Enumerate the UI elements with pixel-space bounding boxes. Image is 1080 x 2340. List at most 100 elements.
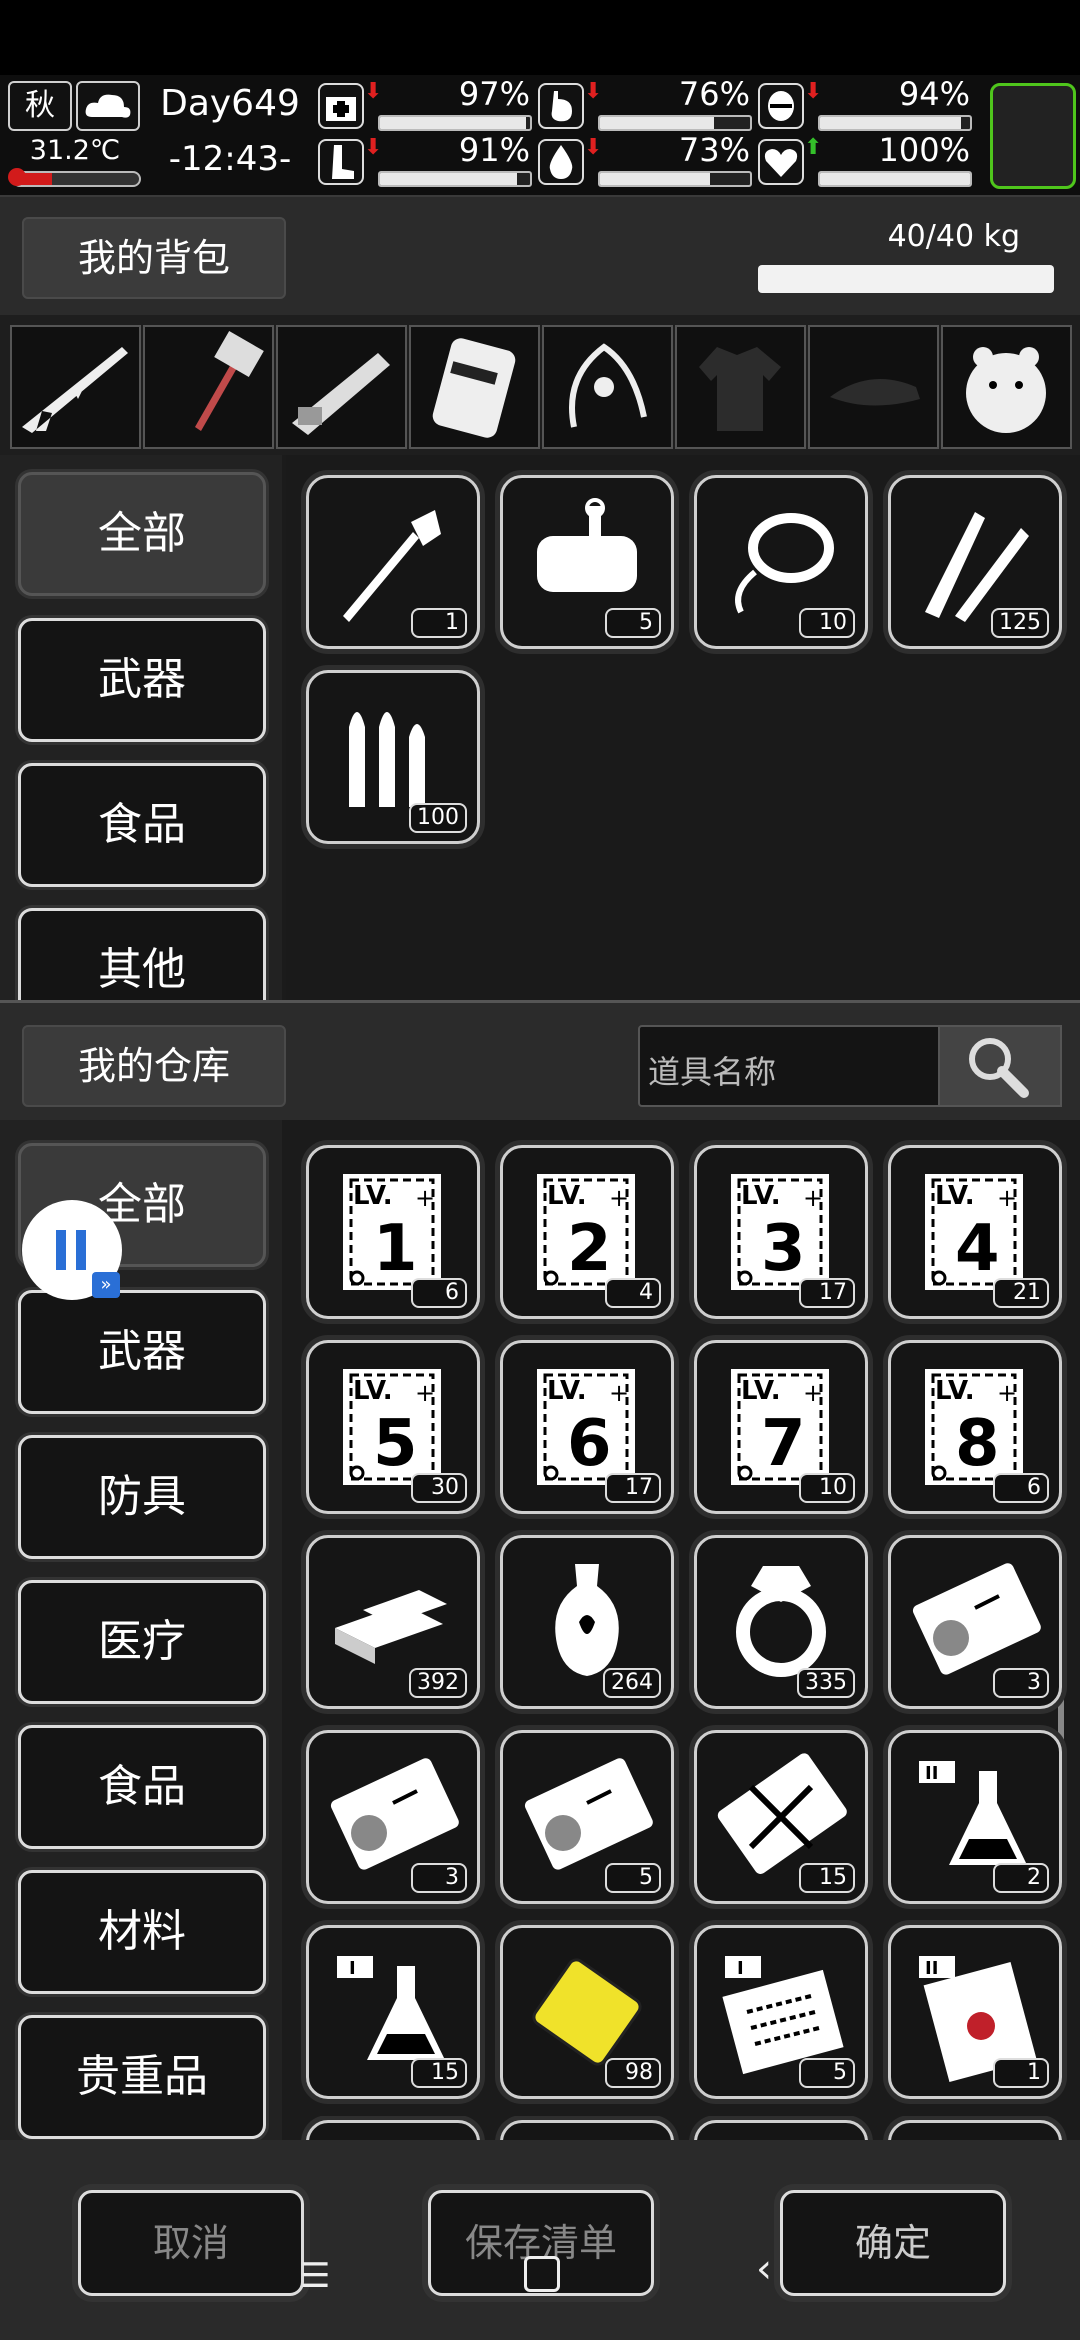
pause-button[interactable]: »: [22, 1200, 122, 1300]
item-count: 4: [605, 1278, 661, 1308]
item-count: 5: [605, 1863, 661, 1893]
leg-icon: [318, 139, 364, 185]
svg-text:+: +: [803, 1184, 823, 1212]
stat-arrow-icon: ⬆: [804, 135, 823, 160]
backpack-item-slot[interactable]: 10: [694, 475, 868, 649]
lv-label: LV.: [547, 1376, 587, 1406]
backpack-category-other[interactable]: 其他: [18, 908, 266, 1001]
warehouse-item-slot[interactable]: 3: [306, 1730, 480, 1904]
vine-bow-icon[interactable]: [542, 325, 673, 449]
warehouse-category-materials[interactable]: 材料: [18, 1870, 266, 1994]
stat-bar: [818, 115, 972, 131]
nav-home-icon[interactable]: [524, 2256, 560, 2292]
heart-icon: [758, 139, 804, 185]
backpack-gear-icon[interactable]: [409, 325, 540, 449]
stomach-icon: [538, 83, 584, 129]
warehouse-category-medical[interactable]: 医疗: [18, 1580, 266, 1704]
warehouse-item-slot[interactable]: 3: [888, 1535, 1062, 1709]
backpack-category-food[interactable]: 食品: [18, 763, 266, 887]
minigun-icon[interactable]: [276, 325, 407, 449]
warehouse-item-slot[interactable]: 264: [500, 1535, 674, 1709]
system-status-bar: [0, 0, 1080, 75]
warehouse-item-slot[interactable]: LV. +6 17: [500, 1340, 674, 1514]
item-count: 3: [411, 1863, 467, 1893]
svg-text:I: I: [349, 1958, 356, 1979]
warehouse-category-valuables[interactable]: 贵重品: [18, 2015, 266, 2139]
clock-time: -12:43-: [168, 139, 292, 179]
hammer-icon[interactable]: [143, 325, 274, 449]
thirst-stat: ⬇ 73%: [538, 131, 758, 187]
warehouse-category-weapons[interactable]: 武器: [18, 1290, 266, 1414]
item-count: 98: [605, 2058, 661, 2088]
warehouse-item-slot[interactable]: 5: [500, 1730, 674, 1904]
item-count: 2: [993, 1863, 1049, 1893]
search-button[interactable]: [938, 1025, 1062, 1107]
stat-value: 94%: [898, 75, 970, 113]
warehouse-header: 我的仓库 道具名称: [0, 1000, 1080, 1123]
confirm-button[interactable]: 确定: [780, 2190, 1006, 2296]
medkit-icon: [318, 83, 364, 129]
hamster-bag-icon[interactable]: [941, 325, 1072, 449]
equipment-row: [0, 315, 1080, 455]
fast-forward-icon: »: [92, 1272, 120, 1298]
nav-back-icon[interactable]: ‹: [756, 2246, 772, 2292]
cancel-button[interactable]: 取消: [78, 2190, 304, 2296]
backpack-item-slot[interactable]: 5: [500, 475, 674, 649]
item-count: 15: [799, 1863, 855, 1893]
stat-arrow-icon: ⬇: [804, 79, 823, 104]
quick-slot-button[interactable]: [990, 83, 1076, 189]
warehouse-item-slot[interactable]: 15: [694, 1730, 868, 1904]
svg-text:II: II: [925, 1763, 938, 1784]
warehouse-item-slot[interactable]: LV. +5 30: [306, 1340, 480, 1514]
warehouse-item-slot[interactable]: I 15: [306, 1925, 480, 2099]
lv-label: LV.: [353, 1376, 393, 1406]
stat-bar: [378, 115, 532, 131]
svg-text:+: +: [415, 1184, 435, 1212]
item-count: 264: [603, 1668, 661, 1698]
warehouse-item-slot[interactable]: II 2: [888, 1730, 1062, 1904]
season-indicator: 秋: [8, 81, 72, 131]
stat-value: 100%: [878, 131, 970, 169]
backpack-category-all[interactable]: 全部: [18, 472, 266, 596]
cap-icon[interactable]: [808, 325, 939, 449]
stat-value: 97%: [458, 75, 530, 113]
backpack-category-weapons[interactable]: 武器: [18, 618, 266, 742]
next-row-peek: [286, 2116, 1080, 2140]
warehouse-item-slot[interactable]: I5: [694, 1925, 868, 2099]
shirt-icon[interactable]: [675, 325, 806, 449]
warehouse-item-slot[interactable]: 392: [306, 1535, 480, 1709]
warehouse-item-slot[interactable]: LV. +1 6: [306, 1145, 480, 1319]
warehouse-item-slot[interactable]: II 1: [888, 1925, 1062, 2099]
backpack-item-slot[interactable]: 100: [306, 670, 480, 844]
item-count: 125: [991, 608, 1049, 638]
stat-value: 76%: [678, 75, 750, 113]
warehouse-item-slot[interactable]: 98: [500, 1925, 674, 2099]
lv-label: LV.: [741, 1181, 781, 1211]
warehouse-category-armor[interactable]: 防具: [18, 1435, 266, 1559]
heart-stat: ⬆ 100%: [758, 131, 978, 187]
warehouse-title: 我的仓库: [22, 1025, 286, 1107]
warehouse-category-food[interactable]: 食品: [18, 1725, 266, 1849]
lv-label: LV.: [547, 1181, 587, 1211]
item-count: 1: [993, 2058, 1049, 2088]
warehouse-item-slot[interactable]: LV. +7 10: [694, 1340, 868, 1514]
sniper-rifle-icon[interactable]: [10, 325, 141, 449]
svg-text:+: +: [415, 1379, 435, 1407]
warehouse-item-slot[interactable]: LV. +2 4: [500, 1145, 674, 1319]
warehouse-item-slot[interactable]: LV. +3 17: [694, 1145, 868, 1319]
search-placeholder: 道具名称: [648, 1053, 777, 1091]
warehouse-item-slot[interactable]: 335: [694, 1535, 868, 1709]
backpack-item-slot[interactable]: 125: [888, 475, 1062, 649]
mouth-icon: [758, 83, 804, 129]
search-icon: [969, 1038, 1029, 1098]
item-count: 6: [411, 1278, 467, 1308]
warehouse-item-slot[interactable]: LV. +8 6: [888, 1340, 1062, 1514]
search-input[interactable]: 道具名称: [638, 1025, 942, 1107]
svg-text:+: +: [997, 1379, 1017, 1407]
stat-value: 91%: [458, 131, 530, 169]
level-number: 3: [761, 1212, 806, 1286]
nav-menu-icon[interactable]: ☰: [300, 2256, 330, 2296]
warehouse-item-slot[interactable]: LV. +4 21: [888, 1145, 1062, 1319]
item-count: 30: [411, 1473, 467, 1503]
backpack-item-slot[interactable]: 1: [306, 475, 480, 649]
